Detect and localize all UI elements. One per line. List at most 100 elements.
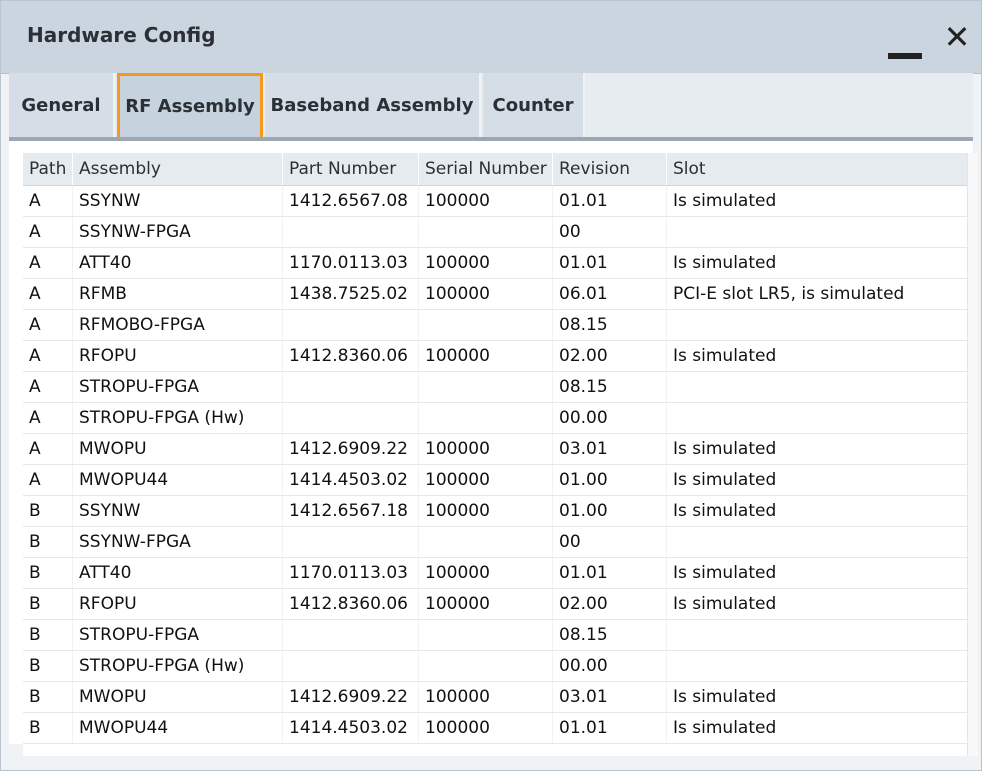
cell-path: A — [23, 310, 73, 340]
cell-assembly: RFMOBO-FPGA — [73, 310, 283, 340]
table-row[interactable]: B SSYNW 1412.6567.18 100000 01.00 Is simulate… — [23, 496, 967, 527]
cell-part-number — [283, 217, 419, 247]
cell-revision: 08.15 — [553, 620, 667, 650]
table-row[interactable]: B MWOPU 1412.6909.22 100000 03.01 Is simulate… — [23, 682, 967, 713]
close-icon: ✕ — [943, 18, 971, 56]
cell-path: B — [23, 527, 73, 557]
header-assembly[interactable]: Assembly — [73, 153, 283, 185]
table-row[interactable]: B STROPU-FPGA (Hw) 00.00 — [23, 651, 967, 682]
cell-revision: 01.01 — [553, 186, 667, 216]
cell-assembly: SSYNW-FPGA — [73, 527, 283, 557]
cell-path: B — [23, 651, 73, 681]
cell-path: A — [23, 434, 73, 464]
cell-slot: Is simulated — [673, 687, 777, 707]
header-revision[interactable]: Revision — [553, 153, 667, 185]
cell-path: A — [23, 217, 73, 247]
table-row[interactable]: A SSYNW-FPGA 00 — [23, 217, 967, 248]
cell-part-number — [283, 620, 419, 650]
cell-path: A — [23, 372, 73, 402]
window-title: Hardware Config — [27, 23, 216, 47]
tab-baseband-assembly[interactable]: Baseband Assembly — [265, 73, 481, 137]
cell-slot — [667, 527, 967, 557]
cell-slot: Is simulated — [673, 253, 777, 273]
cell-serial-number: 100000 — [419, 682, 553, 712]
cell-revision: 01.01 — [553, 248, 667, 278]
cell-slot: Is simulated — [673, 563, 777, 583]
cell-part-number: 1412.6567.18 — [283, 496, 419, 526]
tab-counter[interactable]: Counter — [483, 73, 585, 137]
header-part-number[interactable]: Part Number — [283, 153, 419, 185]
table-row[interactable]: A STROPU-FPGA 08.15 — [23, 372, 967, 403]
table-row[interactable]: B STROPU-FPGA 08.15 — [23, 620, 967, 651]
table-row[interactable]: B ATT40 1170.0113.03 100000 01.01 Is simulate… — [23, 558, 967, 589]
cell-revision: 03.01 — [553, 434, 667, 464]
cell-assembly: STROPU-FPGA — [73, 372, 283, 402]
cell-assembly: STROPU-FPGA (Hw) — [73, 403, 283, 433]
table-scroll-area[interactable] — [967, 153, 978, 756]
cell-path: A — [23, 341, 73, 371]
tab-bar: General RF Assembly Baseband Assembly Co… — [9, 73, 973, 137]
cell-slot: Is simulated — [673, 718, 777, 738]
cell-revision: 06.01 — [553, 279, 667, 309]
cell-serial-number: 100000 — [419, 186, 553, 216]
table-row[interactable]: A RFMOBO-FPGA 08.15 — [23, 310, 967, 341]
cell-revision: 02.00 — [553, 589, 667, 619]
cell-slot: Is simulated — [673, 439, 777, 459]
tab-label: General — [21, 94, 101, 116]
close-button[interactable]: ✕ — [939, 17, 975, 57]
cell-revision: 01.00 — [553, 465, 667, 495]
cell-revision: 00 — [553, 527, 667, 557]
cell-revision: 01.00 — [553, 496, 667, 526]
cell-serial-number — [419, 310, 553, 340]
cell-slot — [667, 620, 967, 650]
tab-rf-assembly[interactable]: RF Assembly — [117, 73, 263, 137]
table-row[interactable]: A MWOPU 1412.6909.22 100000 03.01 Is simulate… — [23, 434, 967, 465]
cell-assembly: STROPU-FPGA — [73, 620, 283, 650]
cell-serial-number: 100000 — [419, 558, 553, 588]
table-row[interactable]: A ATT40 1170.0113.03 100000 01.01 Is simulate… — [23, 248, 967, 279]
cell-assembly: MWOPU — [73, 682, 283, 712]
cell-path: B — [23, 558, 73, 588]
header-slot[interactable]: Slot — [667, 153, 967, 185]
assembly-table[interactable]: Path Assembly Part Number Serial Number … — [23, 153, 978, 756]
cell-part-number: 1412.8360.06 — [283, 341, 419, 371]
cell-revision: 00.00 — [553, 651, 667, 681]
header-serial-number[interactable]: Serial Number — [419, 153, 553, 185]
table-row[interactable]: A STROPU-FPGA (Hw) 00.00 — [23, 403, 967, 434]
cell-revision: 02.00 — [553, 341, 667, 371]
cell-serial-number: 100000 — [419, 248, 553, 278]
cell-assembly: MWOPU44 — [73, 713, 283, 743]
cell-revision: 08.15 — [553, 310, 667, 340]
cell-slot — [667, 217, 967, 247]
cell-assembly: RFOPU — [73, 589, 283, 619]
cell-revision: 01.01 — [553, 713, 667, 743]
tab-label: RF Assembly — [125, 96, 255, 117]
table-row[interactable]: A RFOPU 1412.8360.06 100000 02.00 Is simulate… — [23, 341, 967, 372]
cell-slot: Is simulated — [673, 346, 777, 366]
cell-serial-number — [419, 403, 553, 433]
table-row[interactable]: B MWOPU44 1414.4503.02 100000 01.01 Is simula… — [23, 713, 967, 744]
table-row[interactable]: A SSYNW 1412.6567.08 100000 01.01 Is simulate… — [23, 186, 967, 217]
cell-serial-number — [419, 217, 553, 247]
cell-serial-number — [419, 372, 553, 402]
cell-revision: 00 — [553, 217, 667, 247]
cell-path: B — [23, 713, 73, 743]
table-row[interactable]: B SSYNW-FPGA 00 — [23, 527, 967, 558]
cell-serial-number: 100000 — [419, 341, 553, 371]
minimize-button[interactable] — [886, 23, 924, 61]
cell-revision: 08.15 — [553, 372, 667, 402]
tab-general[interactable]: General — [9, 73, 115, 137]
header-path[interactable]: Path — [23, 153, 73, 185]
cell-slot: Is simulated — [673, 594, 777, 614]
table-row[interactable]: A RFMB 1438.7525.02 100000 06.01 PCI-E slot L… — [23, 279, 967, 310]
table-row[interactable]: B RFOPU 1412.8360.06 100000 02.00 Is simulate… — [23, 589, 967, 620]
cell-assembly: MWOPU — [73, 434, 283, 464]
cell-path: A — [23, 186, 73, 216]
cell-revision: 00.00 — [553, 403, 667, 433]
table-row[interactable]: A MWOPU44 1414.4503.02 100000 01.00 Is simula… — [23, 465, 967, 496]
cell-part-number: 1414.4503.02 — [283, 713, 419, 743]
cell-part-number — [283, 651, 419, 681]
cell-serial-number: 100000 — [419, 589, 553, 619]
cell-assembly: MWOPU44 — [73, 465, 283, 495]
cell-path: A — [23, 248, 73, 278]
